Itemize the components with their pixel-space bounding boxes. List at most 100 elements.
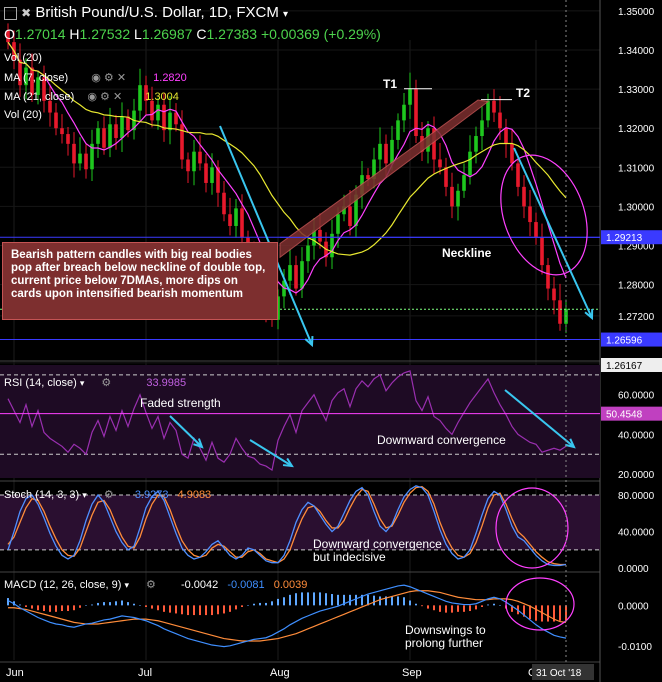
macd-histogram-bar [337, 594, 339, 606]
t1-label: T1 [383, 77, 397, 91]
macd-histogram-bar [307, 592, 309, 606]
macd-histogram-bar [61, 605, 63, 612]
macd-histogram-bar [493, 603, 495, 606]
x-tick-label: Jun [6, 667, 24, 679]
candle-body [552, 288, 556, 301]
candle-body [396, 120, 400, 140]
macd-histogram-bar [547, 605, 549, 622]
macd-histogram-bar [145, 605, 147, 607]
eye-icon[interactable]: ◉ [87, 90, 97, 103]
settings-icon[interactable]: ⚙ [100, 90, 110, 103]
high-value: 1.27532 [79, 26, 131, 42]
macd-histogram-bar [319, 592, 321, 606]
legend-rsi[interactable]: RSI (14, close) ▾ ⚙ 33.9985 [4, 376, 186, 389]
menu-icon[interactable] [4, 6, 17, 20]
macd-histogram-bar [271, 601, 273, 606]
macd-histogram-bar [151, 605, 153, 609]
price-tick-label: 1.27200 [618, 312, 655, 323]
chevron-down-icon[interactable]: ▾ [82, 490, 87, 501]
price-tick-label: 1.32000 [618, 124, 655, 135]
macd-histogram-bar [205, 605, 207, 616]
macd-histogram-bar [439, 605, 441, 612]
chevron-down-icon[interactable]: ▾ [124, 580, 129, 591]
macd-histogram-bar [25, 605, 27, 607]
candle-body [522, 186, 526, 207]
candle-body [408, 89, 412, 105]
rsi-convergence-label: Downward convergence [377, 433, 506, 447]
close-icon[interactable]: ✕ [113, 90, 122, 103]
macd-histogram-bar [79, 605, 81, 608]
chart-type-icon[interactable]: ✖ [21, 6, 31, 20]
legend-vol-2[interactable]: Vol (20) [4, 109, 42, 121]
macd-histogram-bar [445, 605, 447, 613]
candle-body [558, 300, 562, 324]
macd-histogram-bar [163, 605, 165, 612]
stoch-indecisive-label: but indecisive [313, 550, 386, 564]
candle-body [474, 136, 478, 152]
macd-histogram-bar [67, 605, 69, 612]
macd-histogram-bar [421, 605, 423, 607]
settings-icon[interactable]: ⚙ [104, 71, 114, 84]
close-icon[interactable]: ✕ [117, 71, 126, 84]
macd-histogram-bar [391, 596, 393, 606]
low-value: 1.26987 [141, 26, 193, 42]
candle-body [102, 128, 106, 148]
candle-body [384, 143, 388, 164]
macd-histogram-bar [313, 592, 315, 606]
candle-body [60, 128, 64, 135]
settings-icon[interactable]: ⚙ [101, 376, 111, 389]
legend-ma7[interactable]: MA (7, close) ◉ ⚙ ✕ 1.2820 [4, 71, 187, 84]
settings-icon[interactable]: ⚙ [104, 488, 114, 501]
candle-body [108, 124, 112, 148]
stoch-d-value: 4.9083 [177, 489, 212, 501]
macd-histogram-bar [469, 605, 471, 612]
chevron-down-icon[interactable]: ▾ [80, 378, 85, 389]
macd-histogram-bar [199, 605, 201, 616]
faded-strength-label: Faded strength [140, 396, 221, 410]
stoch-tick-label: 0.0000 [618, 564, 649, 575]
candle-body [318, 229, 322, 242]
change-value: +0.00369 (+0.29%) [260, 26, 381, 42]
candle-body [486, 100, 490, 121]
rsi-value-tag-label: 50.4548 [606, 410, 643, 421]
macd-histogram-bar [175, 605, 177, 614]
macd-histogram-bar [397, 596, 399, 606]
legend-vol-1[interactable]: Vol (20) [4, 52, 42, 64]
candle-body [516, 163, 520, 187]
candle-body [468, 151, 472, 176]
ma7-legend-label: MA (7, close) [4, 72, 69, 84]
legend-ma21[interactable]: MA (21, close) ◉ ⚙ ✕ 1.3004 [4, 90, 179, 103]
macd-histogram-bar [43, 605, 45, 612]
last-price-tag-label: 1.26167 [606, 361, 643, 372]
legend-macd[interactable]: MACD (12, 26, close, 9) ▾ ⚙ -0.0042 -0.0… [4, 578, 307, 591]
stoch-k-value: 3.9273 [134, 489, 169, 501]
candle-body [336, 214, 340, 234]
candle-body [378, 143, 382, 160]
candle-body [540, 237, 544, 266]
legend-stoch[interactable]: Stoch (14, 3, 3) ▾ ⚙ 3.9273 4.9083 [4, 488, 211, 501]
candle-body [162, 104, 166, 131]
date-tag-label: 31 Oct '18 [536, 668, 582, 679]
macd-histogram-bar [31, 605, 33, 609]
ohlc-readout: O1.27014 H1.27532 L1.26987 C1.27383 +0.0… [4, 26, 381, 42]
macd-histogram-bar [403, 597, 405, 606]
low-level-tag-label: 1.26596 [606, 336, 643, 347]
macd-histogram-bar [109, 602, 111, 606]
eye-icon[interactable]: ◉ [91, 71, 101, 84]
stoch-tick-label: 80.0000 [618, 491, 655, 502]
macd-histogram-bar [7, 598, 9, 606]
macd-histogram-bar [451, 605, 453, 613]
macd-histogram-bar [349, 594, 351, 606]
settings-icon[interactable]: ⚙ [146, 578, 156, 591]
rsi-legend-value: 33.9985 [146, 377, 187, 389]
macd-histogram-bar [325, 593, 327, 606]
rsi-tick-label: 60.0000 [618, 391, 655, 402]
macd-note-line2: prolong further [405, 636, 483, 650]
low-label: L [134, 26, 142, 42]
chevron-down-icon[interactable]: ▾ [283, 9, 288, 20]
macd-histogram-bar [289, 594, 291, 606]
timeframe[interactable]: 1D [209, 4, 228, 21]
x-tick-label: Sep [402, 667, 422, 679]
candle-body [348, 206, 352, 226]
vol-legend-label: Vol (20) [4, 52, 42, 64]
